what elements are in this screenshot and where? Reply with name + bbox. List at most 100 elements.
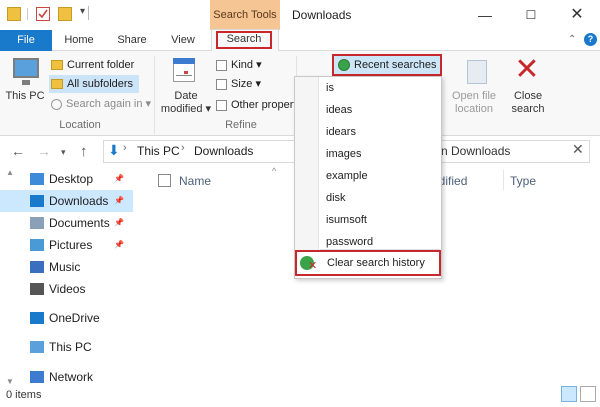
details-view-icon[interactable] bbox=[561, 386, 577, 402]
sidebar-item-label: Pictures bbox=[49, 238, 93, 252]
folder-icon[interactable] bbox=[7, 7, 21, 21]
downloads-icon bbox=[30, 195, 44, 207]
pin-icon[interactable]: 📌 bbox=[114, 190, 124, 212]
sidebar-item-pictures[interactable]: Pictures 📌 bbox=[0, 234, 133, 256]
recent-search-item[interactable]: disk bbox=[326, 187, 438, 209]
folder-icon bbox=[51, 60, 63, 71]
date-modified-button[interactable]: Date modified ▾ bbox=[159, 90, 213, 116]
up-arrow-icon[interactable]: ↑ bbox=[80, 143, 88, 160]
column-header-name[interactable]: Name bbox=[179, 174, 211, 188]
all-subfolders-button[interactable]: All subfolders bbox=[49, 75, 139, 93]
recent-searches-button[interactable]: Recent searches ▾ bbox=[332, 54, 442, 89]
open-file-location-button[interactable]: Open file location bbox=[447, 90, 501, 116]
this-pc-icon bbox=[13, 58, 39, 78]
forward-arrow-icon[interactable]: → bbox=[37, 143, 51, 159]
close-window-button[interactable]: ✕ bbox=[554, 0, 600, 30]
sidebar-item-label: Desktop bbox=[49, 172, 94, 186]
this-pc-button[interactable]: This PC bbox=[5, 90, 45, 103]
tag-icon bbox=[216, 99, 227, 111]
calendar-icon-header bbox=[173, 58, 195, 64]
breadcrumb-this-pc[interactable]: This PC bbox=[137, 144, 180, 158]
ribbon-divider bbox=[154, 56, 155, 134]
minimize-button[interactable]: — bbox=[462, 0, 508, 30]
documents-icon bbox=[30, 217, 44, 229]
sidebar-item-music[interactable]: Music bbox=[0, 256, 133, 278]
back-arrow-icon[interactable]: ← bbox=[11, 143, 25, 159]
chevron-up-icon[interactable]: ⌃ bbox=[568, 34, 576, 45]
music-icon bbox=[30, 261, 44, 273]
properties-icon[interactable] bbox=[36, 7, 50, 21]
large-icons-view-icon[interactable] bbox=[580, 386, 596, 402]
search-icon bbox=[51, 98, 62, 110]
customize-quick-access-icon[interactable]: ▾ bbox=[80, 6, 85, 17]
sidebar-item-label: Music bbox=[49, 260, 81, 274]
videos-icon bbox=[30, 283, 44, 295]
downloads-icon: ⬇ bbox=[108, 142, 120, 158]
clear-search-icon[interactable]: ✕ bbox=[572, 141, 584, 158]
recent-search-item[interactable]: images bbox=[326, 143, 438, 165]
close-search-icon: ✕ bbox=[514, 53, 540, 86]
recent-searches-label: Recent searches bbox=[354, 59, 437, 71]
search-again-in-button[interactable]: Search again in ▾ bbox=[49, 95, 151, 113]
sidebar-item-downloads[interactable]: Downloads 📌 bbox=[0, 190, 133, 212]
sidebar-item-documents[interactable]: Documents 📌 bbox=[0, 212, 133, 234]
size-button[interactable]: Size ▾ bbox=[216, 75, 261, 93]
recent-search-item[interactable]: isumsoft bbox=[326, 209, 438, 231]
recent-search-item[interactable]: example bbox=[326, 165, 438, 187]
sidebar-item-desktop[interactable]: Desktop 📌 bbox=[0, 168, 133, 190]
size-icon bbox=[216, 78, 227, 90]
column-divider[interactable] bbox=[503, 170, 504, 190]
tab-search[interactable]: Search bbox=[216, 31, 272, 49]
sidebar-item-onedrive[interactable]: OneDrive bbox=[0, 307, 133, 329]
recent-search-item[interactable]: ideas bbox=[326, 99, 438, 121]
breadcrumb-downloads[interactable]: Downloads bbox=[194, 144, 253, 158]
all-subfolders-label: All subfolders bbox=[67, 78, 134, 90]
size-label: Size bbox=[231, 78, 253, 90]
chevron-right-icon[interactable]: › bbox=[123, 142, 127, 154]
sidebar-item-label: This PC bbox=[49, 340, 92, 354]
tab-view[interactable]: View bbox=[162, 30, 204, 51]
current-folder-button[interactable]: Current folder bbox=[49, 56, 134, 74]
other-properties-label: Other propert bbox=[231, 99, 297, 111]
maximize-button[interactable]: ☐ bbox=[508, 0, 554, 30]
close-search-button[interactable]: Close search bbox=[509, 90, 547, 116]
recent-search-item[interactable]: is bbox=[326, 77, 438, 99]
help-icon[interactable]: ? bbox=[584, 33, 597, 46]
pictures-icon bbox=[30, 239, 44, 251]
pin-icon[interactable]: 📌 bbox=[114, 168, 124, 190]
sidebar-item-label: OneDrive bbox=[49, 311, 100, 325]
column-header-type[interactable]: Type bbox=[510, 174, 536, 188]
chevron-right-icon[interactable]: › bbox=[181, 142, 185, 154]
checkmark-icon bbox=[38, 9, 48, 19]
onedrive-icon bbox=[30, 312, 44, 324]
search-again-label: Search again in bbox=[66, 98, 143, 110]
network-icon bbox=[30, 371, 44, 383]
desktop-icon bbox=[30, 173, 44, 185]
other-properties-button[interactable]: Other propert bbox=[216, 96, 296, 114]
this-pc-icon bbox=[30, 341, 44, 353]
sidebar-item-this-pc[interactable]: This PC bbox=[0, 336, 133, 358]
tab-file[interactable]: File bbox=[0, 30, 52, 51]
this-pc-icon-stand bbox=[22, 80, 30, 85]
tab-home[interactable]: Home bbox=[56, 30, 102, 51]
status-bar bbox=[0, 384, 600, 407]
new-folder-icon[interactable] bbox=[58, 7, 72, 21]
tab-share[interactable]: Share bbox=[110, 30, 154, 51]
search-input-text: n Downloads bbox=[441, 144, 511, 158]
group-label-location: Location bbox=[59, 119, 101, 131]
calendar-icon-grid bbox=[176, 67, 192, 79]
sidebar-item-label: Documents bbox=[49, 216, 110, 230]
select-all-checkbox[interactable] bbox=[158, 174, 171, 187]
window-title: Downloads bbox=[292, 8, 352, 22]
kind-button[interactable]: Kind ▾ bbox=[216, 56, 262, 74]
kind-label: Kind bbox=[231, 59, 254, 71]
recent-search-item[interactable]: idears bbox=[326, 121, 438, 143]
sidebar-item-label: Downloads bbox=[49, 194, 109, 208]
pin-icon[interactable]: 📌 bbox=[114, 212, 124, 234]
recent-locations-icon[interactable]: ▾ bbox=[61, 147, 66, 158]
item-count: 0 items bbox=[6, 389, 42, 401]
open-file-location-icon bbox=[467, 60, 487, 84]
sort-arrow-icon: ^ bbox=[272, 166, 277, 176]
sidebar-item-videos[interactable]: Videos bbox=[0, 278, 133, 300]
pin-icon[interactable]: 📌 bbox=[114, 234, 124, 256]
